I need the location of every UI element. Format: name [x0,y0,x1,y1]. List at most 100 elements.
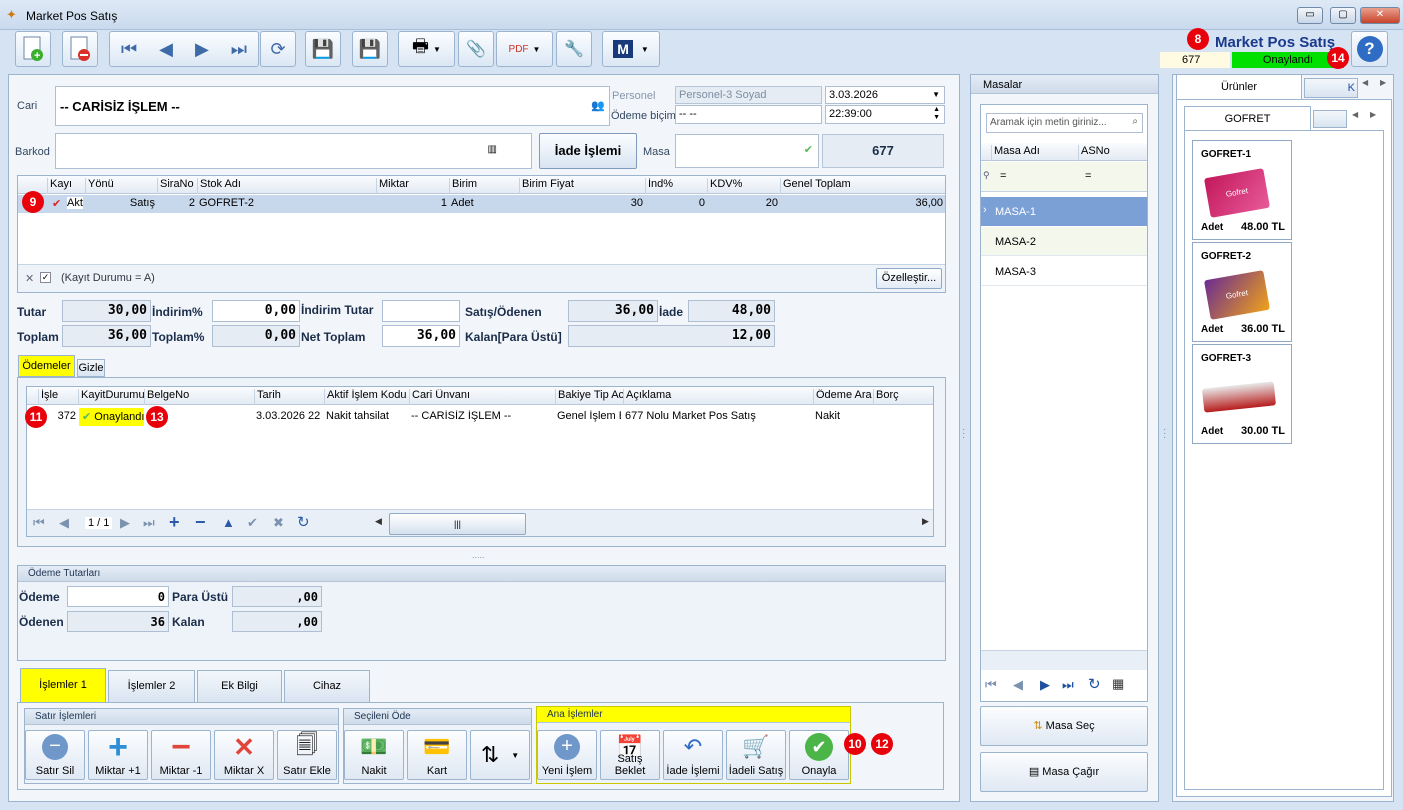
col-cari-unvani[interactable]: Cari Ünvanı [409,389,555,405]
horizontal-scrollbar[interactable]: ||| [389,513,526,535]
spin-icon[interactable]: ▲ ▼ [933,106,940,122]
tools-icon[interactable]: 🔧 [556,31,592,67]
masa-cagir-button[interactable]: ▤ Masa Çağır [980,752,1148,792]
tab-next-icon[interactable]: ▶ [1380,78,1386,87]
prev-icon[interactable]: ◀ [1013,677,1023,693]
tab-islemler-2[interactable]: İşlemler 2 [108,670,195,703]
masa-search-input[interactable]: Aramak için metin giriniz... ⌕ [986,113,1143,133]
list-item[interactable]: › MASA-1 [981,197,1147,226]
list-item[interactable]: MASA-2 [981,227,1147,256]
tab-ek-bilgi[interactable]: Ek Bilgi [197,670,282,703]
m-button[interactable]: M ▼ [602,31,660,67]
pdf-export-icon[interactable]: PDF ▼ [496,31,553,67]
tab-prev-icon[interactable]: ◀ [1362,78,1368,87]
sort-dropdown-button[interactable]: ⇅ ▼ [470,730,530,780]
last-icon[interactable]: ⏭ [1062,677,1074,693]
filter-row[interactable]: ⚲ = = [981,162,1147,192]
first-page-icon[interactable]: ⏮ [33,515,45,531]
product-card[interactable]: GOFRET-1 Gofret Adet 48.00 TL [1192,140,1292,240]
time-field[interactable]: 22:39:00 ▲ ▼ [825,105,945,124]
col-belge-no[interactable]: BelgeNo [144,389,254,405]
tab-gofret[interactable]: GOFRET [1184,106,1311,131]
masa-field[interactable]: ✔ [675,134,819,168]
date-field[interactable]: 3.03.2026 ▼ [825,86,945,104]
col-odeme-arac[interactable]: Ödeme Ara [813,389,873,405]
splitter-handle[interactable]: · · · [1163,425,1166,443]
tab-gizle[interactable]: Gizle [77,359,105,377]
col-masa-adi[interactable]: Masa Adı [991,145,1078,161]
next-record-icon[interactable]: ▶ [195,39,209,60]
delete-document-icon[interactable] [62,31,98,67]
splitter-handle[interactable]: ..... [472,550,485,560]
prev-page-icon[interactable]: ◀ [59,515,69,531]
refresh-icon[interactable]: ↻ [297,513,310,531]
users-icon[interactable]: 👥 [591,99,605,112]
col-miktar[interactable]: Miktar [376,178,449,194]
scroll-right-icon[interactable]: ▶ [922,516,929,527]
miktar-x-button[interactable]: ✕ Miktar X [214,730,274,780]
help-icon[interactable]: ? [1351,31,1388,67]
col-yonu[interactable]: Yönü [85,178,157,194]
tab-more[interactable] [1313,110,1347,128]
new-document-icon[interactable]: + [15,31,51,67]
barcode-icon[interactable]: ▥ [488,144,497,155]
product-card[interactable]: GOFRET-3 Adet 30.00 TL [1192,344,1292,444]
tab-odemeler[interactable]: Ödemeler [18,355,75,377]
col-birim[interactable]: Birim [449,178,519,194]
personel-field[interactable]: Personel-3 Soyad [675,86,822,104]
next-icon[interactable]: ▶ [1040,677,1050,693]
iade-islemi-button-2[interactable]: ↶ İade İşlemi [663,730,723,780]
first-icon[interactable]: ⏮ [985,677,997,693]
subtab-prev-icon[interactable]: ◀ [1352,110,1358,119]
iade-islemi-button[interactable]: İade İşlemi [539,133,637,169]
col-aciklama[interactable]: Açıklama [623,389,813,405]
col-stok-adi[interactable]: Stok Adı [197,178,376,194]
close-button[interactable]: ✕ [1360,7,1400,24]
last-page-icon[interactable]: ⏭ [143,515,155,531]
tab-cihaz[interactable]: Cihaz [284,670,370,703]
col-tarih[interactable]: Tarih [254,389,324,405]
attach-icon[interactable]: 📎 [458,31,494,67]
filter-checkbox[interactable]: ✓ [40,272,51,283]
iadeli-satis-button[interactable]: 🛒 İadeli Satış [726,730,786,780]
add-icon[interactable]: + [169,512,180,533]
cari-field[interactable]: -- CARİSİZ İŞLEM -- 👥 [55,86,610,126]
odeme-bicimi-field[interactable]: -- -- [675,105,822,124]
tab-k[interactable]: K [1304,78,1358,98]
miktar-plus-button[interactable]: + Miktar +1 [88,728,148,780]
col-aktif-islem-kodu[interactable]: Aktif İşlem Kodu [324,389,409,405]
indirim-tutar-input[interactable] [382,300,460,322]
previous-record-icon[interactable]: ◀ [159,39,173,60]
product-card[interactable]: GOFRET-2 Gofret Adet 36.00 TL [1192,242,1292,342]
onayla-button[interactable]: ✔ Onayla [789,730,849,780]
satir-sil-button[interactable]: − Satır Sil [25,730,85,780]
tab-islemler-1[interactable]: İşlemler 1 [20,668,106,703]
print-icon[interactable]: 🖶 ▼ [398,31,455,67]
save-close-icon[interactable]: 💾 [352,31,388,67]
subtab-next-icon[interactable]: ▶ [1370,110,1376,119]
satir-ekle-button[interactable]: 🗐 Satır Ekle [277,730,337,780]
indirim-pct-input[interactable]: 0,00 [212,300,300,322]
filter-edit-icon[interactable]: ▦ [1112,676,1124,692]
col-isle[interactable]: İşle [38,389,78,405]
miktar-minus-button[interactable]: − Miktar -1 [151,728,211,780]
tab-urunler[interactable]: Ürünler [1176,74,1302,100]
col-asno[interactable]: ASNo [1078,145,1147,161]
scroll-left-icon[interactable]: ◀ [375,516,382,527]
refresh-icon[interactable]: ⟳ [260,31,296,67]
save-icon[interactable]: 💾 [305,31,341,67]
dropdown-icon[interactable]: ▼ [932,87,940,103]
nakit-button[interactable]: 💵 Nakit [344,730,404,780]
col-ind[interactable]: İnd% [645,178,707,194]
kart-button[interactable]: 💳 Kart [407,730,467,780]
minimize-button[interactable]: ▭ [1297,7,1323,24]
col-birim-fiyat[interactable]: Birim Fiyat [519,178,645,194]
cancel-icon[interactable]: ✖ [273,515,284,531]
col-kdv[interactable]: KDV% [707,178,780,194]
accept-icon[interactable]: ✔ [247,515,258,531]
odeme-input[interactable]: 0 [67,586,169,607]
table-row[interactable]: ✔ Akt Satış 2 GOFRET-2 1 Adet 30 0 20 36… [18,195,945,213]
col-genel-toplam[interactable]: Genel Toplam [780,178,945,194]
customize-button[interactable]: Özelleştir... [876,268,942,289]
list-item[interactable]: MASA-3 [981,257,1147,286]
